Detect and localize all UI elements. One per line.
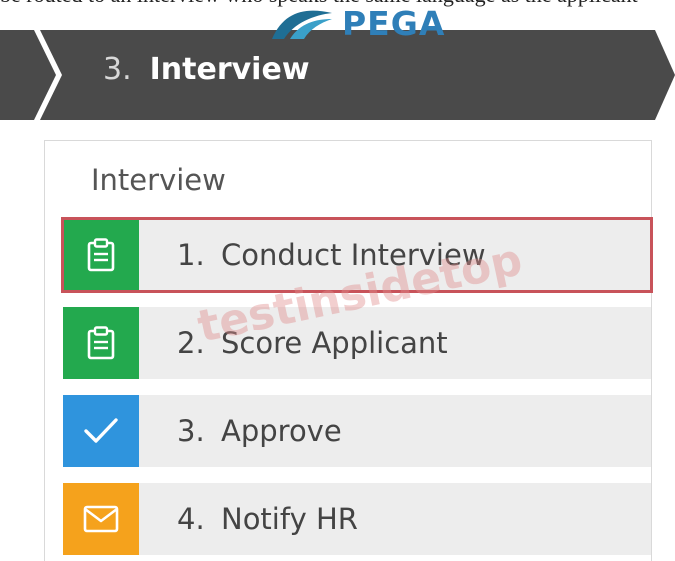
checkmark-icon bbox=[63, 395, 139, 467]
stage-title: 3. Interview bbox=[103, 52, 310, 87]
stage-panel: Interview 1. Conduct Interview 2. Score … bbox=[44, 140, 653, 561]
step-number: 3. bbox=[177, 414, 205, 448]
panel-title: Interview bbox=[91, 163, 226, 197]
step-label: Conduct Interview bbox=[221, 238, 486, 272]
step-approve[interactable]: 3. Approve bbox=[63, 395, 651, 467]
step-label: Score Applicant bbox=[221, 326, 448, 360]
step-number: 1. bbox=[177, 238, 205, 272]
pega-logo: PEGA bbox=[270, 2, 445, 44]
step-label: Approve bbox=[221, 414, 342, 448]
envelope-icon bbox=[63, 483, 139, 555]
step-number: 4. bbox=[177, 502, 205, 536]
step-score-applicant[interactable]: 2. Score Applicant bbox=[63, 307, 651, 379]
stage-name: Interview bbox=[149, 52, 310, 87]
stage-number: 3. bbox=[103, 52, 132, 87]
clipboard-icon bbox=[63, 219, 139, 291]
step-conduct-interview[interactable]: 1. Conduct Interview bbox=[61, 217, 653, 293]
step-notify-hr[interactable]: 4. Notify HR bbox=[63, 483, 651, 555]
step-number: 2. bbox=[177, 326, 205, 360]
clipboard-icon bbox=[63, 307, 139, 379]
logo-text: PEGA bbox=[342, 3, 446, 43]
pega-logo-icon bbox=[272, 10, 332, 39]
step-label: Notify HR bbox=[221, 502, 358, 536]
